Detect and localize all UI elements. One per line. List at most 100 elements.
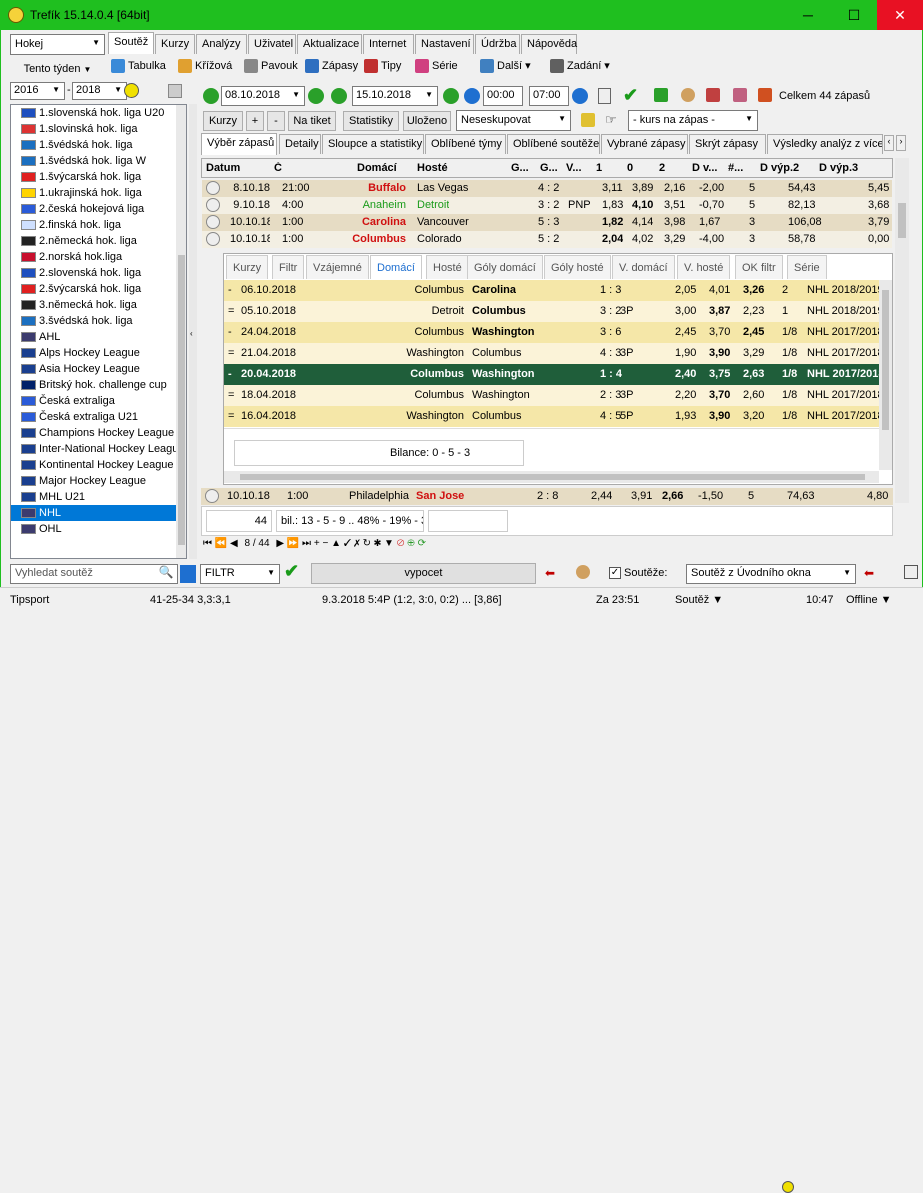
header-away[interactable]: Hosté <box>417 162 448 174</box>
sidebar-item-competition[interactable]: Inter-National Hockey League <box>11 441 185 457</box>
cancel-icon[interactable]: ✗ <box>354 538 360 549</box>
scroll-thumb[interactable] <box>178 255 185 545</box>
settings-icon[interactable] <box>168 84 182 98</box>
menu-tab[interactable]: Kurzy <box>155 34 195 54</box>
export-icon[interactable] <box>904 565 918 579</box>
refresh-icon[interactable]: ↻ <box>363 538 371 549</box>
menu-tab[interactable]: Údržba <box>475 34 520 54</box>
check-icon[interactable]: ✔ <box>623 85 638 106</box>
euro-icon[interactable] <box>654 88 668 102</box>
list-item[interactable]: = 16.04.2018 Washington Columbus 4 : 5 5P 1,93… <box>224 406 879 427</box>
clock2-icon[interactable] <box>572 88 588 104</box>
filter-small-icon[interactable]: ▼ <box>384 538 394 549</box>
prev-page-icon[interactable]: ⏪ <box>215 538 227 549</box>
sidebar-item-competition[interactable]: NHL <box>11 505 176 521</box>
list-item[interactable]: = 05.10.2018 Detroit Columbus 3 : 2 3P 3,00 3,8… <box>224 301 879 322</box>
time-to-field[interactable]: 07:00 <box>529 86 569 106</box>
maximize-button[interactable]: ☐ <box>831 0 877 30</box>
header-time[interactable]: Č <box>274 162 282 174</box>
sidebar-item-competition[interactable]: 1.švýcarská hok. liga <box>11 169 176 185</box>
table-row[interactable]: 10.10.18 1:00 Columbus Colorado 5 : 2 2,04 4,0… <box>202 231 892 248</box>
table-row[interactable]: 8.10.18 21:00 Buffalo Las Vegas 4 : 2 3,11 3,8… <box>202 180 892 197</box>
expand-icon[interactable] <box>206 215 220 229</box>
status-competition[interactable]: Soutěž ▼ <box>675 594 723 606</box>
last-icon[interactable]: ⏭ <box>302 538 311 549</box>
sidebar-item-competition[interactable]: Kontinental Hockey League <box>11 457 176 473</box>
saved-button[interactable]: Uloženo <box>403 111 451 131</box>
next-date-icon[interactable] <box>308 88 324 104</box>
expand-icon[interactable] <box>206 198 220 212</box>
folder-icon[interactable] <box>581 113 595 127</box>
header-g1[interactable]: G... <box>511 162 529 174</box>
header-date[interactable]: Datum <box>206 162 240 174</box>
sidebar-item-competition[interactable]: 2.finská hok. liga <box>11 217 176 233</box>
sidebar-item-competition[interactable]: Česká extraliga <box>11 393 176 409</box>
list-item[interactable]: -20.04.2018 Columbus Washington 1 : 4 2,40 3,… <box>224 364 879 385</box>
table-button[interactable]: Tabulka <box>111 56 166 76</box>
menu-tab[interactable]: Nápověda <box>521 34 577 54</box>
go-icon[interactable]: ⊕ <box>407 538 415 549</box>
splitter[interactable]: ‹ <box>189 104 197 559</box>
wand2-icon[interactable] <box>733 88 747 102</box>
sidebar-item-competition[interactable]: 2.slovenská hok. liga <box>11 265 176 281</box>
sport-select[interactable]: Hokej ▼ <box>10 34 105 55</box>
detail-tab[interactable]: Vzájemné <box>306 255 369 279</box>
compute-button[interactable]: vypocet <box>311 563 536 584</box>
header-2[interactable]: 2 <box>659 162 665 174</box>
minimize-button[interactable]: ─ <box>785 0 831 30</box>
filter-icon[interactable] <box>180 565 196 583</box>
year-to-select[interactable]: 2018 ▼ <box>72 82 127 100</box>
up-icon[interactable]: ▲ <box>331 538 341 549</box>
odds-button[interactable]: Kurzy <box>203 111 243 131</box>
sidebar-item-competition[interactable]: Alps Hockey League <box>11 345 176 361</box>
header-g2[interactable]: G... <box>540 162 558 174</box>
list-item[interactable]: = 21.04.2018 Washington Columbus 4 : 3 3P 1,90… <box>224 343 879 364</box>
detail-tab[interactable]: OK filtr <box>735 255 783 279</box>
sidebar-item-competition[interactable]: Champions Hockey League <box>11 425 176 441</box>
input-button[interactable]: Zadání ▾ <box>550 56 610 76</box>
detail-tab[interactable]: Filtr <box>272 255 305 279</box>
time-from-field[interactable]: 00:00 <box>483 86 523 106</box>
first-icon[interactable]: ⏮ <box>203 538 212 549</box>
sidebar-item-competition[interactable]: 1.slovinská hok. liga <box>11 121 176 137</box>
add-icon[interactable]: + <box>314 538 320 549</box>
view-tab[interactable]: Oblíbené týmy <box>425 134 506 154</box>
detail-tab[interactable]: Hosté <box>426 255 469 279</box>
sidebar-item-competition[interactable]: 1.švédská hok. liga W <box>11 153 176 169</box>
expand-icon[interactable] <box>206 181 220 195</box>
menu-tab[interactable]: Aktualizace <box>297 34 362 54</box>
detail-hscroll-thumb[interactable] <box>240 474 865 480</box>
table-row[interactable]: 10.10.18 1:00 Philadelphia San Jose 2 : … <box>201 488 893 505</box>
clipboard-icon[interactable] <box>706 88 720 102</box>
header-d2[interactable]: D výp.2 <box>760 162 799 174</box>
next-page-icon[interactable]: ⏩ <box>287 538 299 549</box>
sidebar-item-competition[interactable]: Česká extraliga U21 <box>11 409 176 425</box>
ball-icon[interactable] <box>124 83 139 98</box>
sidebar-item-competition[interactable]: Britský hok. challenge cup <box>11 377 176 393</box>
detail-tab[interactable]: Domácí <box>370 255 422 279</box>
detail-tab[interactable]: Série <box>787 255 827 279</box>
star-icon[interactable]: ✱ <box>374 538 381 549</box>
sidebar-item-competition[interactable]: 2.norská hok.liga <box>11 249 176 265</box>
user2-icon[interactable] <box>576 565 590 579</box>
list-item[interactable]: -24.04.2018 Columbus Washington 3 : 6 2,45 3,… <box>224 322 879 343</box>
sidebar-item-competition[interactable]: 1.švédská hok. liga <box>11 137 176 153</box>
user-icon[interactable] <box>681 88 695 102</box>
delete-icon[interactable]: − <box>322 538 328 549</box>
prev-date2-icon[interactable] <box>331 88 347 104</box>
filter-select[interactable]: FILTR ▼ <box>200 564 280 584</box>
prev-date-icon[interactable] <box>203 88 219 104</box>
sidebar-item-competition[interactable]: 3.německá hok. liga <box>11 297 176 313</box>
sidebar-item-competition[interactable]: 1.slovenská hok. liga U20 <box>11 105 176 121</box>
sidebar-item-competition[interactable]: Major Hockey League <box>11 473 176 489</box>
header-dv[interactable]: D v... <box>692 162 717 174</box>
cross-button[interactable]: Křížová <box>178 56 232 76</box>
next-date2-icon[interactable] <box>443 88 459 104</box>
menu-tab[interactable]: Analýzy <box>196 34 247 54</box>
view-tab[interactable]: Sloupce a statistiky <box>322 134 424 154</box>
soutez-checkbox[interactable]: ✓ <box>609 567 621 579</box>
detail-tab[interactable]: V. hosté <box>677 255 731 279</box>
year-from-select[interactable]: 2016 ▼ <box>10 82 65 100</box>
spider-button[interactable]: Pavouk <box>244 56 298 76</box>
clock-icon[interactable] <box>464 88 480 104</box>
